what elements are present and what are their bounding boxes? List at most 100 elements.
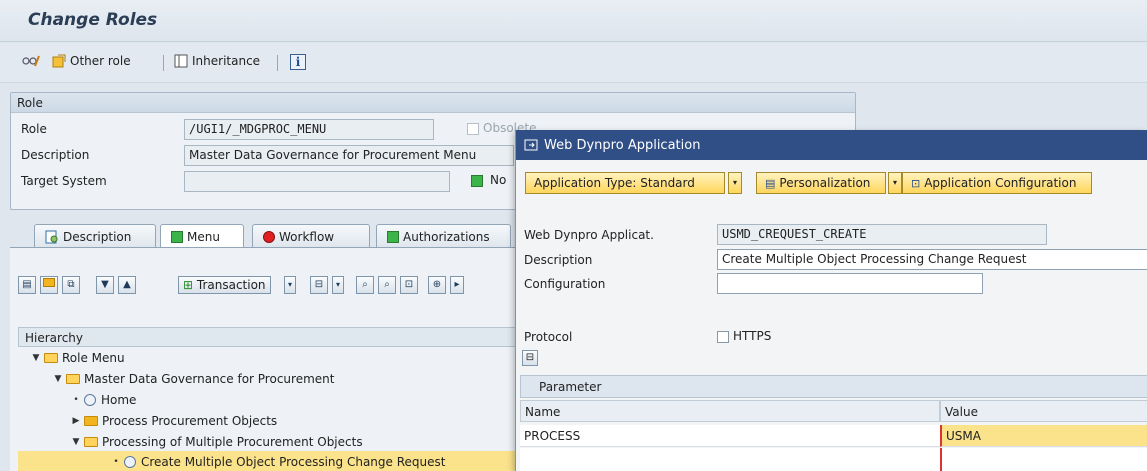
tab-workflow[interactable]: Workflow xyxy=(252,224,370,248)
obsolete-checkbox[interactable] xyxy=(467,123,479,135)
magnifier-icon: ⊕ xyxy=(432,279,442,290)
tree-node-label: Master Data Governance for Procurement xyxy=(84,371,335,386)
application-toolbar: Other role Inheritance i xyxy=(0,43,1147,83)
folder-open-icon xyxy=(66,373,80,384)
personalization-dropdown[interactable]: ▾ xyxy=(888,172,902,194)
expanded-arrow-icon[interactable]: ▼ xyxy=(30,353,42,363)
dialog-title-bar[interactable]: Web Dynpro Application xyxy=(516,130,1147,160)
inheritance-button[interactable]: Inheritance xyxy=(174,54,260,68)
transaction-label: Transaction xyxy=(196,278,266,292)
expanded-arrow-icon[interactable]: ▼ xyxy=(52,374,64,384)
folder-open-icon xyxy=(44,352,58,363)
more-button[interactable]: ▸ xyxy=(450,276,464,294)
folder-button[interactable] xyxy=(40,276,58,294)
application-type-label: Application Type: Standard xyxy=(534,176,695,190)
tree-node-role-menu[interactable]: ▼ Role Menu xyxy=(18,347,523,368)
transaction-button[interactable]: ⊞ Transaction xyxy=(178,276,271,294)
expand-button[interactable]: ⊡ xyxy=(400,276,418,294)
chevron-down-icon: ▾ xyxy=(335,280,340,289)
expand-icon: ⊡ xyxy=(404,279,414,290)
parameter-name-cell[interactable]: PROCESS xyxy=(520,425,940,447)
tree-node-process-procurement[interactable]: ▶ Process Procurement Objects xyxy=(18,410,523,431)
column-header-value[interactable]: Value xyxy=(940,400,1147,422)
tree-node-home[interactable]: • Home xyxy=(18,389,523,410)
copy-menu-icon: ⧉ xyxy=(67,279,75,290)
delete-row-icon: ⊟ xyxy=(525,352,535,363)
remove-dropdown[interactable]: ▾ xyxy=(332,276,344,294)
workflow-status-icon xyxy=(263,230,275,243)
title-bar: Change Roles xyxy=(0,0,1147,42)
tree-node-label: Create Multiple Object Processing Change… xyxy=(141,454,446,469)
collapsed-arrow-icon[interactable]: ▶ xyxy=(70,416,82,426)
display-change-button[interactable] xyxy=(22,54,40,68)
chevron-down-icon: ▾ xyxy=(287,280,292,289)
folder-icon xyxy=(43,278,55,287)
find-button[interactable]: ⌕ xyxy=(356,276,374,294)
move-up-button[interactable]: ▲ xyxy=(118,276,136,294)
folder-open-icon xyxy=(84,436,98,447)
delete-row-button[interactable]: ⊟ xyxy=(522,350,538,366)
triangle-up-icon: ▲ xyxy=(123,279,131,290)
copy-menu-button[interactable]: ⧉ xyxy=(62,276,80,294)
inheritance-icon xyxy=(174,54,188,68)
find-next-button[interactable]: ⌕ xyxy=(378,276,396,294)
empty-row[interactable] xyxy=(520,448,940,471)
leaf-bullet-icon: • xyxy=(73,394,79,405)
expanded-arrow-icon[interactable]: ▼ xyxy=(70,437,82,447)
tree-node-label: Processing of Multiple Procurement Objec… xyxy=(102,434,363,449)
move-down-button[interactable]: ▼ xyxy=(96,276,114,294)
dialog-description-label: Description xyxy=(524,253,593,267)
personalization-button[interactable]: ▤ Personalization xyxy=(756,172,886,194)
role-description-field[interactable]: Master Data Governance for Procurement M… xyxy=(184,145,514,166)
configuration-label: Configuration xyxy=(524,277,606,291)
application-type-button[interactable]: Application Type: Standard xyxy=(525,172,725,194)
tab-menu[interactable]: Menu xyxy=(160,224,244,248)
parameter-header: Parameter xyxy=(520,375,1147,398)
target-system-label: Target System xyxy=(21,174,107,188)
insert-node-button[interactable]: ▤ xyxy=(18,276,36,294)
info-icon: i xyxy=(290,54,306,70)
personalization-icon: ▤ xyxy=(765,176,776,190)
tab-workflow-label: Workflow xyxy=(279,229,335,244)
web-dynpro-app-label: Web Dynpro Applicat. xyxy=(524,228,654,242)
application-configuration-label: Application Configuration xyxy=(924,176,1077,190)
tree-node-multiple-procurement[interactable]: ▼ Processing of Multiple Procurement Obj… xyxy=(18,431,523,452)
web-dynpro-dialog: Web Dynpro Application Application Type:… xyxy=(515,130,1147,471)
dialog-description-field[interactable]: Create Multiple Object Processing Change… xyxy=(717,249,1147,270)
authorizations-status-icon xyxy=(387,230,399,243)
inheritance-label: Inheritance xyxy=(192,54,261,68)
binoculars-next-icon: ⌕ xyxy=(384,279,390,290)
column-header-name[interactable]: Name xyxy=(520,400,940,422)
empty-row[interactable] xyxy=(940,448,1147,471)
tree-node-label: Process Procurement Objects xyxy=(102,413,278,428)
chevron-down-icon: ▾ xyxy=(892,178,897,187)
info-button[interactable]: i xyxy=(290,54,306,70)
parameter-value-cell[interactable]: USMA xyxy=(940,425,1147,447)
tree-node-mdg-procurement[interactable]: ▼ Master Data Governance for Procurement xyxy=(18,368,523,389)
application-type-dropdown[interactable]: ▾ xyxy=(728,172,742,194)
tab-authorizations[interactable]: Authorizations xyxy=(376,224,511,248)
other-role-button[interactable]: Other role xyxy=(52,54,131,68)
web-dynpro-app-field[interactable]: USMD_CREQUEST_CREATE xyxy=(717,224,1047,245)
personalization-label: Personalization xyxy=(779,176,871,190)
configuration-field[interactable] xyxy=(717,273,983,294)
add-transaction-icon: ⊞ xyxy=(183,278,194,292)
description-tab-icon xyxy=(45,230,58,243)
role-label: Role xyxy=(21,122,47,136)
transaction-dropdown[interactable]: ▾ xyxy=(284,276,296,294)
menu-status-icon xyxy=(171,230,183,243)
tree-node-create-multiple[interactable]: • Create Multiple Object Processing Chan… xyxy=(18,451,523,471)
web-app-icon xyxy=(124,455,136,468)
https-checkbox[interactable] xyxy=(717,331,729,343)
application-configuration-button[interactable]: ⊡ Application Configuration xyxy=(902,172,1092,194)
target-system-field[interactable] xyxy=(184,171,450,192)
tree-node-label: Home xyxy=(101,392,137,407)
tab-description-label: Description xyxy=(63,229,132,244)
remove-node-icon: ⊟ xyxy=(314,279,324,290)
toolbar-separator xyxy=(277,55,278,71)
tab-description[interactable]: Description xyxy=(34,224,156,248)
zoom-button[interactable]: ⊕ xyxy=(428,276,446,294)
remove-node-button[interactable]: ⊟ xyxy=(310,276,328,294)
role-field[interactable]: /UGI1/_MDGPROC_MENU xyxy=(184,119,434,140)
tree-node-label: Role Menu xyxy=(62,350,125,365)
